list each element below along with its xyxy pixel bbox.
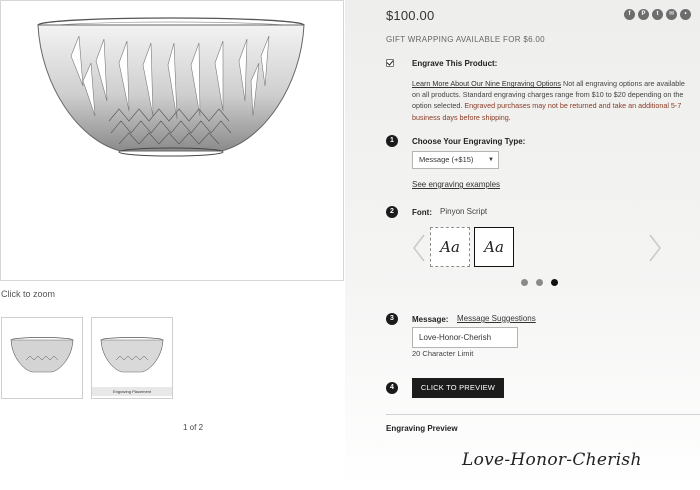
font-option-1[interactable]: Aa xyxy=(430,227,470,267)
thumbnail-2[interactable]: Engraving Placement xyxy=(91,317,173,399)
carousel-dot-1[interactable] xyxy=(521,279,528,286)
step-1-label: Choose Your Engraving Type: xyxy=(412,137,526,146)
engraving-preview-text: Love-Honor-Cherish xyxy=(462,450,642,470)
thumbnail-1[interactable] xyxy=(1,317,83,399)
font-name: Pinyon Script xyxy=(440,207,488,216)
step-3-badge: 3 xyxy=(386,313,398,325)
step-4-badge: 4 xyxy=(386,382,398,394)
step-2-badge: 2 xyxy=(386,206,398,218)
message-input[interactable] xyxy=(412,327,518,348)
carousel-dot-3[interactable] xyxy=(551,279,558,286)
divider xyxy=(386,414,700,415)
crystal-bowl-image xyxy=(37,17,305,157)
more-icon[interactable]: • xyxy=(680,9,691,20)
step-3-label: Message: xyxy=(412,315,449,324)
twitter-icon[interactable]: t xyxy=(652,9,663,20)
chevron-left-icon[interactable] xyxy=(410,233,428,263)
engrave-title: Engrave This Product: xyxy=(412,59,498,68)
facebook-icon[interactable]: f xyxy=(624,9,635,20)
step-2-label: Font: xyxy=(412,208,432,217)
font-option-2[interactable]: Aa xyxy=(474,227,514,267)
engrave-description: Learn More About Our Nine Engraving Opti… xyxy=(412,78,694,123)
gallery-pager: 1 of 2 xyxy=(183,423,204,432)
step-1-badge: 1 xyxy=(386,135,398,147)
engraving-options-link[interactable]: Learn More About Our Nine Engraving Opti… xyxy=(412,79,561,88)
character-limit: 20 Character Limit xyxy=(412,349,474,358)
zoom-hint: Click to zoom xyxy=(1,289,56,299)
chevron-right-icon[interactable] xyxy=(646,233,664,263)
email-icon[interactable]: ✉ xyxy=(666,9,677,20)
preview-button[interactable]: CLICK TO PREVIEW xyxy=(412,378,504,398)
product-price: $100.00 xyxy=(386,8,435,23)
chevron-down-icon: ▼ xyxy=(488,157,494,163)
thumbnail-caption: Engraving Placement xyxy=(92,387,172,396)
bowl-thumbnail-image xyxy=(10,337,74,373)
pinterest-icon[interactable]: P xyxy=(638,9,649,20)
engraving-preview-title: Engraving Preview xyxy=(386,424,458,433)
engraving-type-select[interactable]: Message (+$15) ▼ xyxy=(412,151,499,169)
engraving-examples-link[interactable]: See engraving examples xyxy=(412,180,500,189)
carousel-dot-2[interactable] xyxy=(536,279,543,286)
engraving-type-value: Message (+$15) xyxy=(419,155,474,164)
message-suggestions-link[interactable]: Message Suggestions xyxy=(457,314,536,323)
engrave-checkbox[interactable] xyxy=(386,59,394,67)
engraving-placement-thumbnail-image xyxy=(100,337,164,373)
gift-wrap-notice: GIFT WRAPPING AVAILABLE FOR $6.00 xyxy=(386,35,545,44)
main-product-image[interactable] xyxy=(0,0,344,281)
